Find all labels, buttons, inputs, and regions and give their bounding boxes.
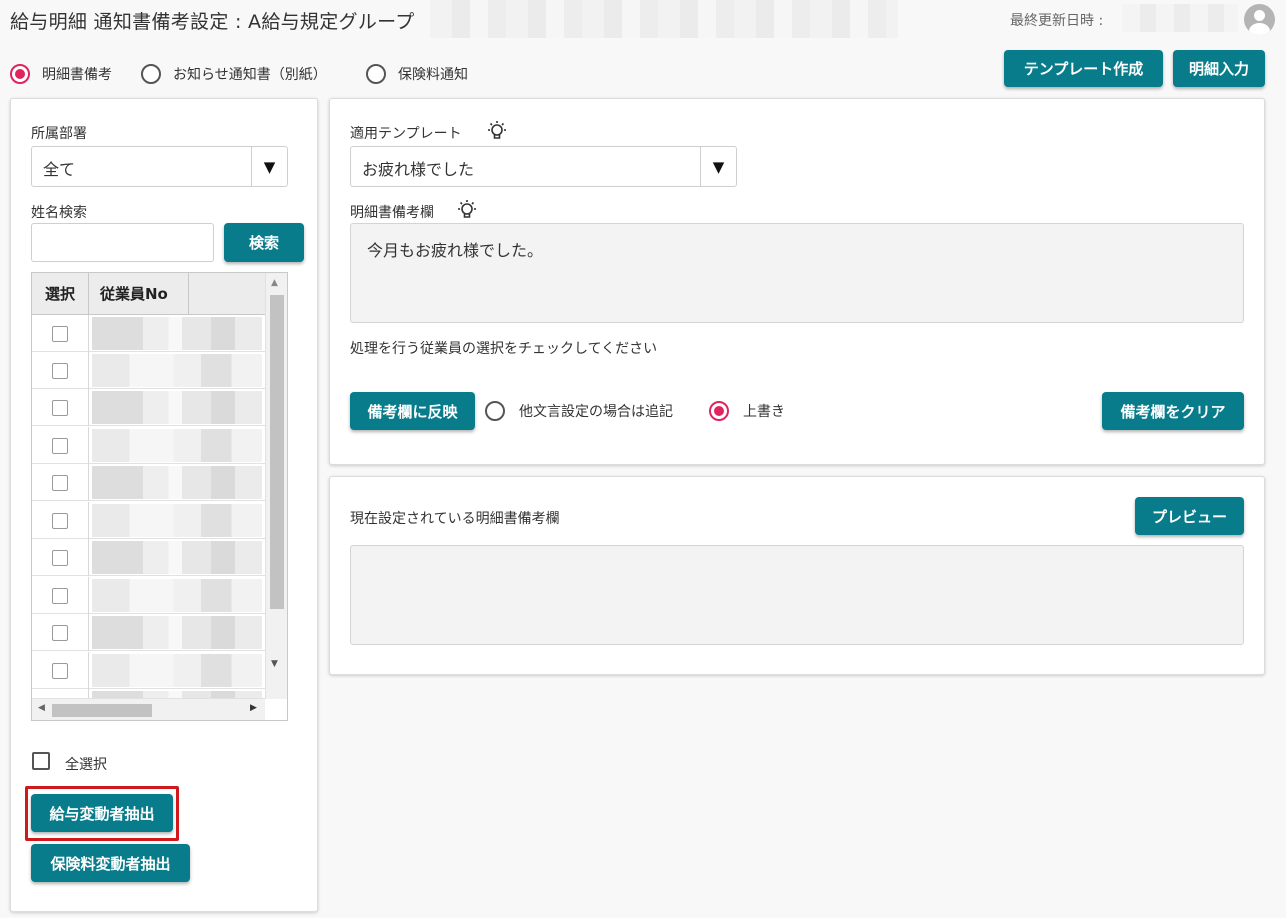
row-checkbox[interactable]: [52, 400, 68, 416]
scroll-thumb[interactable]: [52, 704, 152, 717]
scroll-thumb[interactable]: [270, 295, 284, 609]
row-checkbox[interactable]: [52, 326, 68, 342]
name-search-input[interactable]: [31, 223, 214, 262]
template-select[interactable]: お疲れ様でした ▼: [350, 146, 737, 187]
table-row[interactable]: [32, 502, 265, 539]
radio-button-selected[interactable]: [10, 64, 30, 84]
grid-horizontal-scrollbar[interactable]: ◀ ▶: [32, 698, 265, 720]
redacted-employee-data: [92, 579, 262, 612]
redacted-group-name: [430, 0, 898, 38]
search-button[interactable]: 検索: [224, 223, 304, 262]
select-all-checkbox[interactable]: [32, 752, 50, 770]
radio-button[interactable]: [366, 64, 386, 84]
last-updated-label: 最終更新日時 :: [1010, 13, 1104, 29]
template-label: 適用テンプレート: [350, 126, 462, 142]
radio-notice-label: お知らせ通知書（別紙）: [173, 67, 327, 83]
redacted-employee-data: [92, 317, 262, 350]
remarks-textarea[interactable]: 今月もお疲れ様でした。: [350, 223, 1244, 323]
apply-to-remarks-button[interactable]: 備考欄に反映: [350, 392, 475, 430]
current-remarks-textarea[interactable]: [350, 545, 1244, 645]
employee-grid: 選択 従業員No ▲ ▼ ◀ ▶: [31, 272, 288, 721]
grid-header-employee-no[interactable]: 従業員No: [89, 273, 189, 315]
lightbulb-icon[interactable]: [485, 120, 509, 142]
scroll-up-arrow-icon[interactable]: ▲: [271, 278, 278, 288]
preview-button[interactable]: プレビュー: [1135, 497, 1244, 535]
template-create-button[interactable]: テンプレート作成: [1004, 50, 1163, 87]
redacted-employee-data: [92, 654, 262, 687]
grid-vertical-scrollbar[interactable]: ▲ ▼: [265, 273, 287, 699]
table-row[interactable]: [32, 464, 265, 501]
radio-append-label: 他文言設定の場合は追記: [519, 404, 673, 420]
current-remarks-label: 現在設定されている明細書備考欄: [350, 511, 560, 527]
instruction-text: 処理を行う従業員の選択をチェックしてください: [350, 341, 658, 357]
template-select-value: お疲れ様でした: [362, 160, 475, 179]
redacted-employee-data: [92, 541, 262, 574]
redacted-updated-value: [1122, 4, 1238, 32]
radio-insurance-notice[interactable]: 保険料通知: [366, 64, 468, 84]
remarks-label: 明細書備考欄: [350, 205, 434, 221]
select-all-label: 全選択: [65, 757, 107, 773]
radio-overwrite-label: 上書き: [743, 404, 785, 420]
salary-change-extract-button[interactable]: 給与変動者抽出: [31, 794, 173, 832]
grid-header-select[interactable]: 選択: [32, 273, 89, 315]
table-row[interactable]: [32, 315, 265, 352]
radio-notice-separate[interactable]: お知らせ通知書（別紙）: [141, 64, 327, 84]
table-row[interactable]: [32, 652, 265, 689]
table-row[interactable]: [32, 427, 265, 464]
radio-remarks[interactable]: 明細書備考: [10, 64, 112, 84]
name-search-label: 姓名検索: [31, 205, 87, 221]
page-title: 給与明細 通知書備考設定 : A給与規定グループ: [10, 11, 415, 33]
redacted-employee-data: [92, 504, 262, 537]
detail-input-button[interactable]: 明細入力: [1173, 50, 1265, 87]
row-checkbox[interactable]: [52, 625, 68, 641]
department-select-value: 全て: [43, 160, 76, 179]
row-checkbox[interactable]: [52, 588, 68, 604]
radio-remarks-label: 明細書備考: [42, 67, 112, 83]
lightbulb-icon[interactable]: [455, 199, 479, 221]
table-row[interactable]: [32, 539, 265, 576]
grid-body: [32, 315, 265, 699]
row-checkbox[interactable]: [52, 513, 68, 529]
user-avatar-icon[interactable]: [1244, 4, 1275, 35]
row-checkbox[interactable]: [52, 663, 68, 679]
scroll-left-arrow-icon[interactable]: ◀: [38, 703, 45, 713]
grid-header: 選択 従業員No: [32, 273, 265, 315]
insurance-change-extract-button[interactable]: 保険料変動者抽出: [31, 844, 190, 882]
department-select[interactable]: 全て ▼: [31, 146, 288, 187]
department-label: 所属部署: [31, 126, 87, 142]
table-row[interactable]: [32, 389, 265, 426]
radio-button-selected[interactable]: [709, 401, 729, 421]
row-checkbox[interactable]: [52, 363, 68, 379]
radio-overwrite[interactable]: 上書き: [709, 401, 785, 421]
radio-insurance-label: 保険料通知: [398, 67, 468, 83]
table-row[interactable]: [32, 614, 265, 651]
radio-button[interactable]: [485, 401, 505, 421]
row-checkbox[interactable]: [52, 438, 68, 454]
redacted-employee-data: [92, 429, 262, 462]
dropdown-arrow-icon[interactable]: ▼: [251, 147, 287, 186]
radio-append[interactable]: 他文言設定の場合は追記: [485, 401, 673, 421]
table-row[interactable]: [32, 577, 265, 614]
row-checkbox[interactable]: [52, 550, 68, 566]
redacted-employee-data: [92, 616, 262, 649]
scroll-right-arrow-icon[interactable]: ▶: [250, 703, 257, 713]
remarks-text: 今月もお疲れ様でした。: [367, 241, 544, 260]
scroll-down-arrow-icon[interactable]: ▼: [271, 659, 278, 669]
redacted-employee-data: [92, 391, 262, 424]
table-row[interactable]: [32, 352, 265, 389]
redacted-employee-data: [92, 354, 262, 387]
redacted-employee-data: [92, 466, 262, 499]
row-checkbox[interactable]: [52, 475, 68, 491]
radio-button[interactable]: [141, 64, 161, 84]
clear-remarks-button[interactable]: 備考欄をクリア: [1102, 392, 1244, 430]
dropdown-arrow-icon[interactable]: ▼: [700, 147, 736, 186]
